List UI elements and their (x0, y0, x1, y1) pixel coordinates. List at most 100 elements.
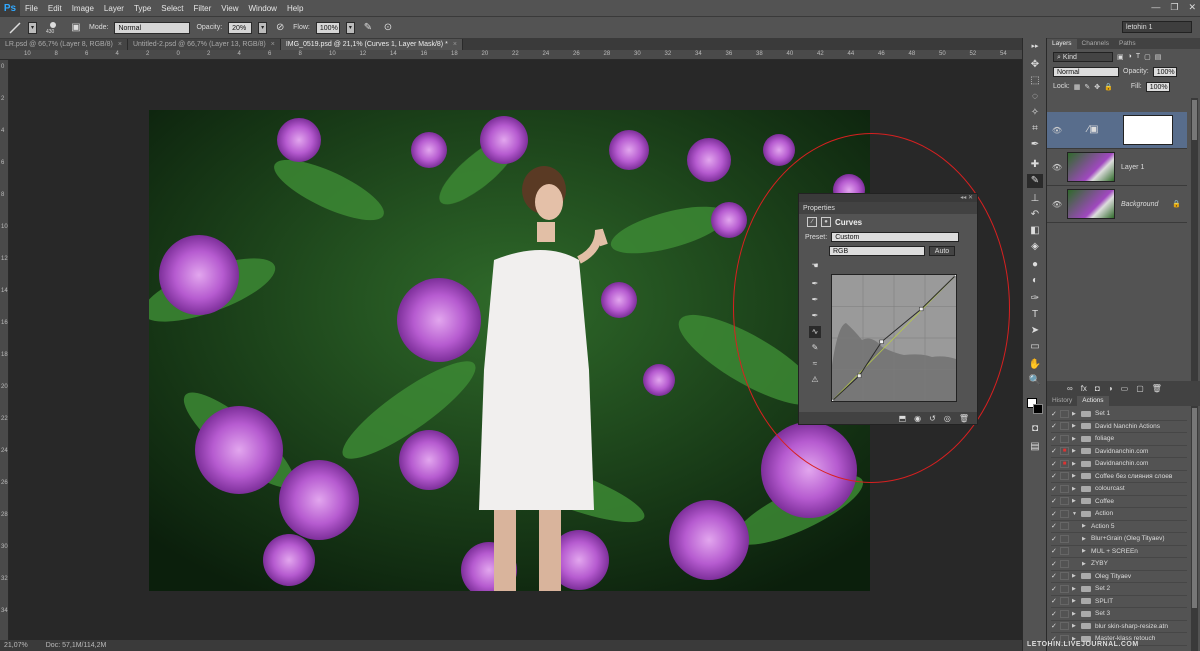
check-icon[interactable]: ✓ (1051, 572, 1060, 580)
zoom-level[interactable]: 21,07% (4, 642, 28, 649)
view-previous-icon[interactable]: ◉ (914, 414, 921, 423)
expand-icon[interactable]: ▶ (1072, 623, 1081, 629)
expand-icon[interactable]: ▶ (1082, 561, 1091, 567)
curve-point[interactable] (829, 398, 835, 404)
add-mask-icon[interactable]: ◘ (1095, 384, 1100, 393)
filter-adjustment-icon[interactable]: ◑ (1128, 53, 1132, 60)
tab-actions[interactable]: Actions (1077, 396, 1109, 406)
check-icon[interactable]: ✓ (1051, 422, 1060, 430)
gray-point-eyedropper-icon[interactable]: ✒ (809, 294, 821, 306)
layer-curves-1[interactable]: 👁 ∕▣ (1047, 112, 1187, 149)
paint-bucket-tool-icon[interactable]: ◈ (1027, 240, 1043, 254)
action-item[interactable]: ✓ ▶ Coffee без слияния слоев (1051, 471, 1187, 483)
dialog-toggle[interactable] (1060, 522, 1069, 531)
new-layer-icon[interactable]: ▢ (1136, 384, 1144, 393)
quick-select-tool-icon[interactable]: ✧ (1027, 106, 1043, 120)
move-tool-icon[interactable]: ✥ (1027, 58, 1043, 72)
dialog-toggle[interactable] (1060, 422, 1069, 431)
eye-icon[interactable]: 👁 (1047, 163, 1067, 172)
flow-input[interactable]: 100% (315, 21, 340, 34)
menu-window[interactable]: Window (244, 4, 282, 13)
action-item[interactable]: ✓ ▶ Coffee (1051, 496, 1187, 508)
expand-icon[interactable]: ▶ (1082, 536, 1091, 542)
expand-icon[interactable]: ▶ (1072, 498, 1081, 504)
pressure-opacity-icon[interactable]: ⊘ (273, 21, 287, 35)
filter-pixel-icon[interactable]: ▣ (1117, 53, 1124, 61)
layers-scrollbar[interactable] (1191, 98, 1198, 388)
layer-style-icon[interactable]: fx (1081, 384, 1087, 393)
reset-icon[interactable]: ↺ (929, 414, 936, 423)
menu-help[interactable]: Help (282, 4, 308, 13)
close-icon[interactable]: × (118, 41, 122, 48)
tool-preset-dropdown[interactable]: ▾ (28, 21, 37, 34)
lock-position-icon[interactable]: ✥ (1094, 83, 1100, 91)
close-icon[interactable]: × (453, 41, 457, 48)
history-brush-tool-icon[interactable]: ↶ (1027, 208, 1043, 222)
eraser-tool-icon[interactable]: ◧ (1027, 224, 1043, 238)
tab-layers[interactable]: Layers (1047, 39, 1077, 49)
dialog-toggle[interactable] (1060, 472, 1069, 481)
check-icon[interactable]: ✓ (1051, 472, 1060, 480)
dialog-toggle[interactable] (1060, 534, 1069, 543)
action-item[interactable]: ✓ ▶ Set 3 (1051, 608, 1187, 621)
dialog-toggle[interactable] (1060, 559, 1069, 568)
check-icon[interactable]: ✓ (1051, 610, 1060, 618)
shape-tool-icon[interactable]: ▭ (1027, 340, 1043, 354)
restore-icon[interactable]: ❐ (1170, 2, 1178, 13)
expand-icon[interactable]: ▶ (1072, 611, 1081, 617)
pressure-size-icon[interactable]: ⊙ (381, 21, 395, 35)
action-item[interactable]: ✓ ▶ MUL + SCREEn (1051, 546, 1187, 558)
clipping-warning-icon[interactable]: ⚠ (809, 374, 821, 386)
path-selection-tool-icon[interactable]: ➤ (1027, 324, 1043, 338)
expand-icon[interactable]: ▶ (1072, 598, 1081, 604)
action-item[interactable]: ✓ ▶ foliage (1051, 433, 1187, 446)
action-item[interactable]: ✓ ▶ Blur+Grain (Oleg Tityaev) (1051, 533, 1187, 546)
layer-background[interactable]: 👁 Background 🔒 (1047, 186, 1187, 223)
dodge-tool-icon[interactable]: ◐ (1027, 274, 1043, 288)
mode-select[interactable]: Normal (114, 21, 191, 34)
action-item[interactable]: ✓ ▶ Set 2 (1051, 583, 1187, 596)
black-point-eyedropper-icon[interactable]: ✒ (809, 278, 821, 290)
dialog-toggle[interactable]: ■ (1060, 447, 1069, 456)
check-icon[interactable]: ✓ (1051, 485, 1060, 493)
smooth-curve-icon[interactable]: ≈ (809, 358, 821, 370)
dialog-toggle[interactable] (1060, 484, 1069, 493)
action-item[interactable]: ✓ ▶ ZYBY (1051, 558, 1187, 571)
dialog-toggle[interactable] (1060, 584, 1069, 593)
filter-smart-object-icon[interactable]: ▤ (1155, 53, 1162, 61)
flow-dropdown[interactable]: ▾ (345, 21, 355, 34)
menu-type[interactable]: Type (129, 4, 156, 13)
filter-shape-icon[interactable]: ▢ (1144, 53, 1151, 61)
hand-tool-icon[interactable]: ✋ (1027, 358, 1043, 372)
brush-tool-icon[interactable]: ✎ (1027, 174, 1043, 188)
menu-view[interactable]: View (216, 4, 243, 13)
healing-brush-tool-icon[interactable]: ✚ (1027, 158, 1043, 172)
background-color-swatch[interactable] (1033, 404, 1043, 414)
clip-to-layer-icon[interactable]: ⬒ (899, 414, 907, 423)
check-icon[interactable]: ✓ (1051, 460, 1060, 468)
action-item[interactable]: ✓ ■ ▶ Davidnanchin.com (1051, 458, 1187, 471)
lock-transparent-icon[interactable]: ▦ (1074, 83, 1081, 91)
new-group-icon[interactable]: ▭ (1121, 384, 1129, 393)
airbrush-icon[interactable]: ✎ (361, 21, 375, 35)
check-icon[interactable]: ✓ (1051, 510, 1060, 518)
trash-icon[interactable]: 🗑 (1152, 384, 1162, 393)
link-layers-icon[interactable]: ∞ (1067, 384, 1073, 393)
dialog-toggle[interactable] (1060, 597, 1069, 606)
on-image-adjust-icon[interactable]: ☚ (809, 260, 821, 272)
action-item[interactable]: ✓ ▶ SPLIT (1051, 596, 1187, 608)
quick-mask-icon[interactable]: ◘ (1027, 422, 1043, 436)
blur-tool-icon[interactable]: ● (1027, 258, 1043, 272)
expand-icon[interactable]: ▶ (1072, 473, 1081, 479)
properties-tab[interactable]: Properties (799, 202, 977, 214)
menu-edit[interactable]: Edit (43, 4, 67, 13)
crop-tool-icon[interactable]: ⌗ (1027, 122, 1043, 136)
tab-channels[interactable]: Channels (1077, 39, 1114, 49)
marquee-tool-icon[interactable]: ⬚ (1027, 74, 1043, 88)
channel-select[interactable]: RGB (829, 246, 925, 256)
lock-pixels-icon[interactable]: ✎ (1084, 83, 1090, 91)
menu-layer[interactable]: Layer (99, 4, 129, 13)
check-icon[interactable]: ✓ (1051, 535, 1060, 543)
brush-preset-picker[interactable]: 430 (43, 21, 63, 35)
curve-point[interactable] (953, 272, 959, 278)
